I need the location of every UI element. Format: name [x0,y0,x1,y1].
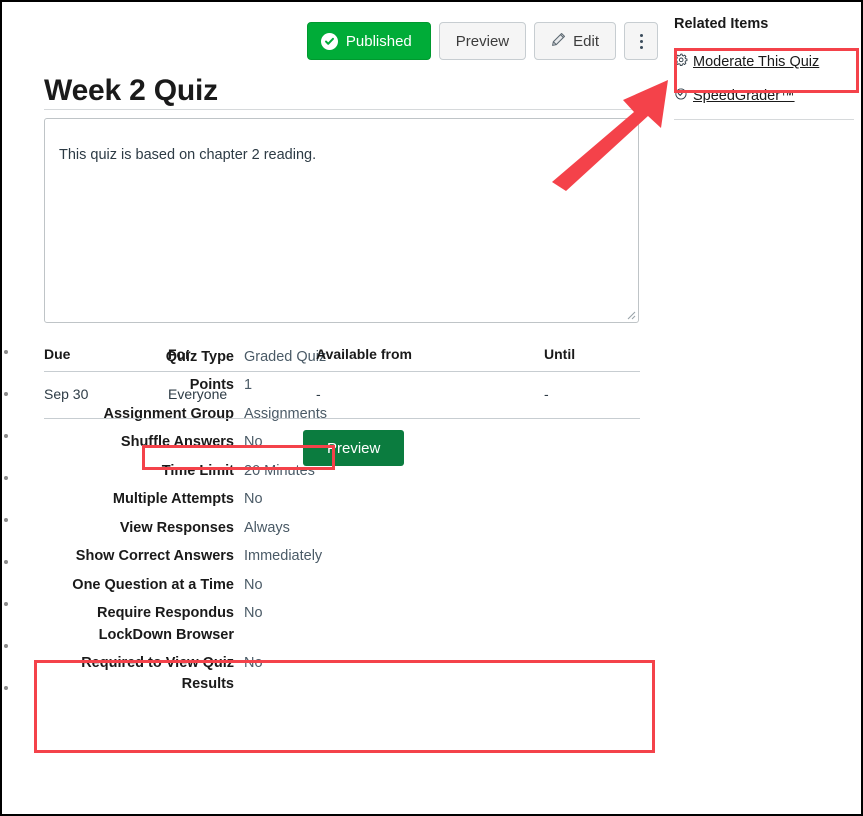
detail-label: Require Respondus LockDown Browser [97,605,234,643]
detail-value: No [244,605,263,622]
edit-button[interactable]: Edit [534,22,616,60]
due-table-header-available-from: Available from [316,342,544,372]
title-divider [44,109,652,110]
due-cell: Sep 30 [44,371,168,419]
more-vertical-icon-dot2 [639,39,643,43]
detail-value: No [244,491,263,508]
detail-value: Always [244,519,290,536]
detail-row: Required to View Quiz Results No [30,653,658,696]
detail-label: Shuffle Answers [120,434,234,451]
more-vertical-icon [639,33,643,37]
detail-value: No [244,434,263,451]
detail-label: Show Correct Answers [75,548,234,565]
preview-button-top-label: Preview [455,32,510,50]
detail-label: Required to View Quiz Results [81,654,234,693]
sidebar-item-label: Moderate This Quiz [693,54,820,70]
preview-button-top[interactable]: Preview [438,22,527,60]
available-from-cell: - [316,371,544,419]
until-cell: - [544,371,640,419]
sidebar-item-moderate-this-quiz[interactable]: Moderate This Quiz [674,45,854,79]
more-vertical-icon-dot3 [639,45,643,49]
quiz-main-content: Published Preview Edit Week 2 Quiz This … [30,12,658,802]
detail-value: Immediately [244,548,323,565]
due-table-header-until: Until [544,342,640,372]
sidebar-heading: Related Items [674,16,769,32]
left-gutter-ticks [2,332,12,712]
related-items-sidebar: Related Items Moderate This Quiz SpeedGr… [674,16,854,120]
due-table-header-row: Due For Available from Until [44,342,640,372]
due-table-header-for: For [168,342,316,372]
detail-row: Multiple Attempts No [30,489,658,510]
sidebar-item-label: SpeedGrader™ [693,88,795,104]
detail-label: View Responses [119,519,234,536]
preview-button-bottom[interactable]: Preview [303,430,405,466]
page-title: Week 2 Quiz [44,74,218,107]
table-row: Sep 30 Everyone - - [44,371,640,419]
detail-label: One Question at a Time [72,576,234,593]
gear-icon [674,53,688,71]
quiz-description-text: This quiz is based on chapter 2 reading. [59,147,317,163]
due-table-header-due: Due [44,342,168,372]
sidebar-divider [674,119,854,120]
check-circle-icon [320,32,338,50]
detail-value: No [244,654,263,671]
quiz-action-toolbar: Published Preview Edit [306,22,658,60]
detail-label: Multiple Attempts [112,491,234,508]
detail-label: Time Limit [161,462,234,479]
resize-handle-icon[interactable] [623,307,636,320]
detail-row: One Question at a Time No [30,575,658,596]
detail-row: Show Correct Answers Immediately [30,546,658,567]
speedgrader-icon [674,87,688,105]
more-options-button[interactable] [624,22,658,60]
edit-button-label: Edit [573,32,599,50]
for-cell: Everyone [168,371,316,419]
preview-button-bottom-label: Preview [327,439,381,457]
due-dates-table: Due For Available from Until Sep 30 Ever… [44,342,640,419]
quiz-description-box[interactable]: This quiz is based on chapter 2 reading. [44,118,639,323]
detail-value: No [244,576,263,593]
detail-row: View Responses Always [30,518,658,539]
published-status-button[interactable]: Published [306,22,431,60]
published-button-label: Published [345,32,412,50]
screenshot-frame: Published Preview Edit Week 2 Quiz This … [0,0,863,816]
sidebar-item-speedgrader[interactable]: SpeedGrader™ [674,79,854,113]
pencil-icon [551,32,566,50]
detail-row: Require Respondus LockDown Browser No [30,603,658,646]
